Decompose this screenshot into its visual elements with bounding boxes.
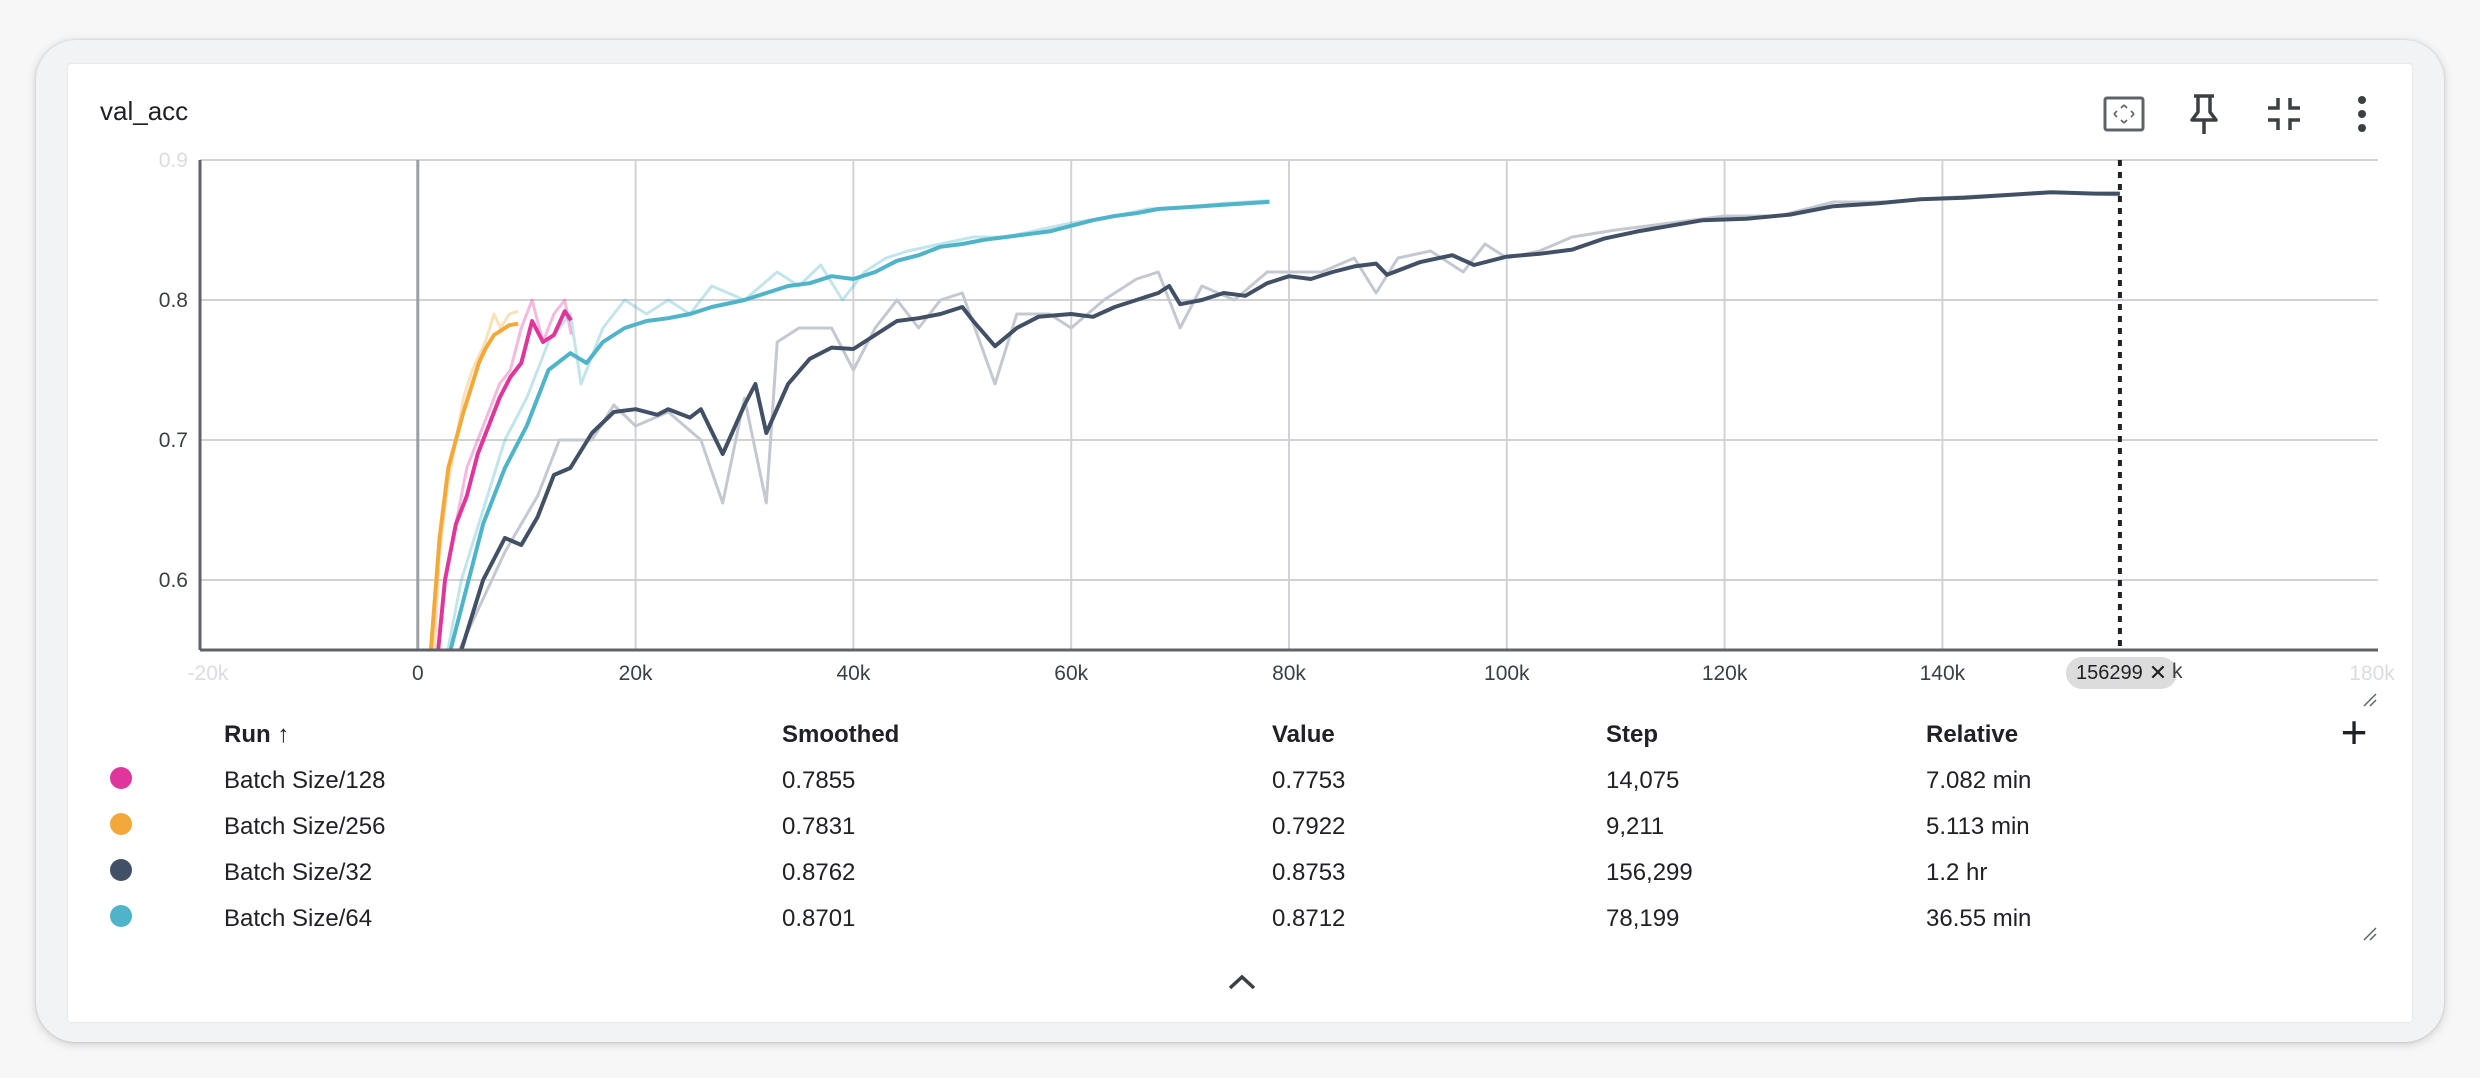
table-header-row: Run ↑ Smoothed Value Step Relative bbox=[96, 712, 2286, 758]
x-tick-label: -20k bbox=[188, 662, 229, 685]
x-tick-label: 140k bbox=[1920, 662, 1966, 685]
x-tick-label: 0 bbox=[412, 662, 424, 685]
step-header[interactable]: Step bbox=[1606, 712, 1926, 758]
raw-line bbox=[446, 199, 1270, 650]
step-marker-close-icon[interactable]: ✕ bbox=[2149, 657, 2167, 689]
table-resize-handle-icon[interactable] bbox=[2362, 926, 2378, 942]
raw-line bbox=[457, 190, 2120, 650]
cell-run: Batch Size/32 bbox=[224, 859, 373, 886]
x-tick-label: 80k bbox=[1272, 662, 1306, 685]
cell-step: 156,299 bbox=[1606, 859, 1693, 886]
cell-smoothed: 0.7831 bbox=[782, 813, 856, 840]
raw-lines bbox=[433, 190, 2120, 650]
add-column-button[interactable]: + bbox=[2334, 709, 2374, 756]
cell-relative: 7.082 min bbox=[1926, 767, 2032, 794]
table-row[interactable]: Batch Size/128 0.7855 0.7753 14,075 7.082 mi… bbox=[96, 758, 2286, 804]
line-chart[interactable]: 0.6 0.7 0.8 0.9 -20k 0 20k 40k 60k 80k 100k 120k 140… bbox=[0, 0, 2480, 700]
cell-run: Batch Size/128 bbox=[224, 767, 386, 794]
cell-relative: 5.113 min bbox=[1926, 813, 2030, 840]
run-color-dot[interactable] bbox=[110, 904, 132, 927]
step-marker-chip[interactable]: 156299 ✕ bbox=[2066, 657, 2178, 689]
relative-header[interactable]: Relative bbox=[1926, 712, 2286, 758]
cell-run: Batch Size/256 bbox=[224, 813, 386, 840]
x-tick-label: 100k bbox=[1484, 662, 1530, 685]
run-color-dot[interactable] bbox=[110, 766, 132, 789]
cell-value: 0.7922 bbox=[1272, 813, 1346, 840]
cell-value: 0.8753 bbox=[1272, 859, 1346, 886]
x-tick-label: 180k bbox=[2349, 662, 2395, 685]
y-tick-label: 0.9 bbox=[159, 149, 188, 172]
color-header bbox=[96, 712, 224, 758]
run-color-cell bbox=[96, 804, 224, 850]
table-row[interactable]: Batch Size/32 0.8762 0.8753 156,299 1.2 hr bbox=[96, 850, 2286, 896]
table-row[interactable]: Batch Size/64 0.8701 0.8712 78,199 36.55 min bbox=[96, 896, 2286, 942]
smoothed-header[interactable]: Smoothed bbox=[782, 712, 1272, 758]
smoothed-line bbox=[459, 190, 2120, 650]
grid bbox=[200, 159, 2378, 650]
x-tick-label: 60k bbox=[1054, 662, 1088, 685]
cell-smoothed: 0.8762 bbox=[782, 859, 856, 886]
run-header[interactable]: Run ↑ bbox=[224, 712, 782, 758]
cell-step: 14,075 bbox=[1606, 767, 1680, 794]
cell-value: 0.8712 bbox=[1272, 905, 1346, 932]
cell-step: 9,211 bbox=[1606, 813, 1665, 840]
y-tick-label: 0.6 bbox=[159, 569, 188, 592]
table-row[interactable]: Batch Size/256 0.7831 0.7922 9,211 5.113 min bbox=[96, 804, 2286, 850]
run-data-table: Run ↑ Smoothed Value Step Relative Batch… bbox=[96, 712, 2286, 942]
run-color-cell bbox=[96, 850, 224, 896]
tick-suffix: k bbox=[2172, 660, 2183, 683]
cell-smoothed: 0.8701 bbox=[782, 905, 856, 932]
run-color-dot[interactable] bbox=[110, 812, 132, 835]
cell-run: Batch Size/64 bbox=[224, 905, 373, 932]
run-color-cell bbox=[96, 896, 224, 942]
run-color-dot[interactable] bbox=[110, 858, 132, 881]
x-tick-label: 20k bbox=[619, 662, 653, 685]
cell-relative: 1.2 hr bbox=[1926, 859, 1988, 886]
tick-labels: 0.6 0.7 0.8 0.9 -20k 0 20k 40k 60k 80k 100k 120k 140… bbox=[159, 149, 2395, 685]
step-marker-value: 156299 bbox=[2076, 662, 2143, 684]
cell-smoothed: 0.7855 bbox=[782, 767, 856, 794]
cell-step: 78,199 bbox=[1606, 905, 1680, 932]
cell-value: 0.7753 bbox=[1272, 767, 1346, 794]
y-tick-label: 0.7 bbox=[159, 429, 188, 452]
cell-relative: 36.55 min bbox=[1926, 905, 2032, 932]
smoothed-lines bbox=[428, 190, 2120, 650]
run-color-cell bbox=[96, 758, 224, 804]
x-tick-label: 40k bbox=[836, 662, 870, 685]
chevron-up-icon[interactable] bbox=[1224, 966, 1260, 996]
value-header[interactable]: Value bbox=[1272, 712, 1606, 758]
x-tick-label: 120k bbox=[1702, 662, 1748, 685]
y-tick-label: 0.8 bbox=[159, 289, 188, 312]
